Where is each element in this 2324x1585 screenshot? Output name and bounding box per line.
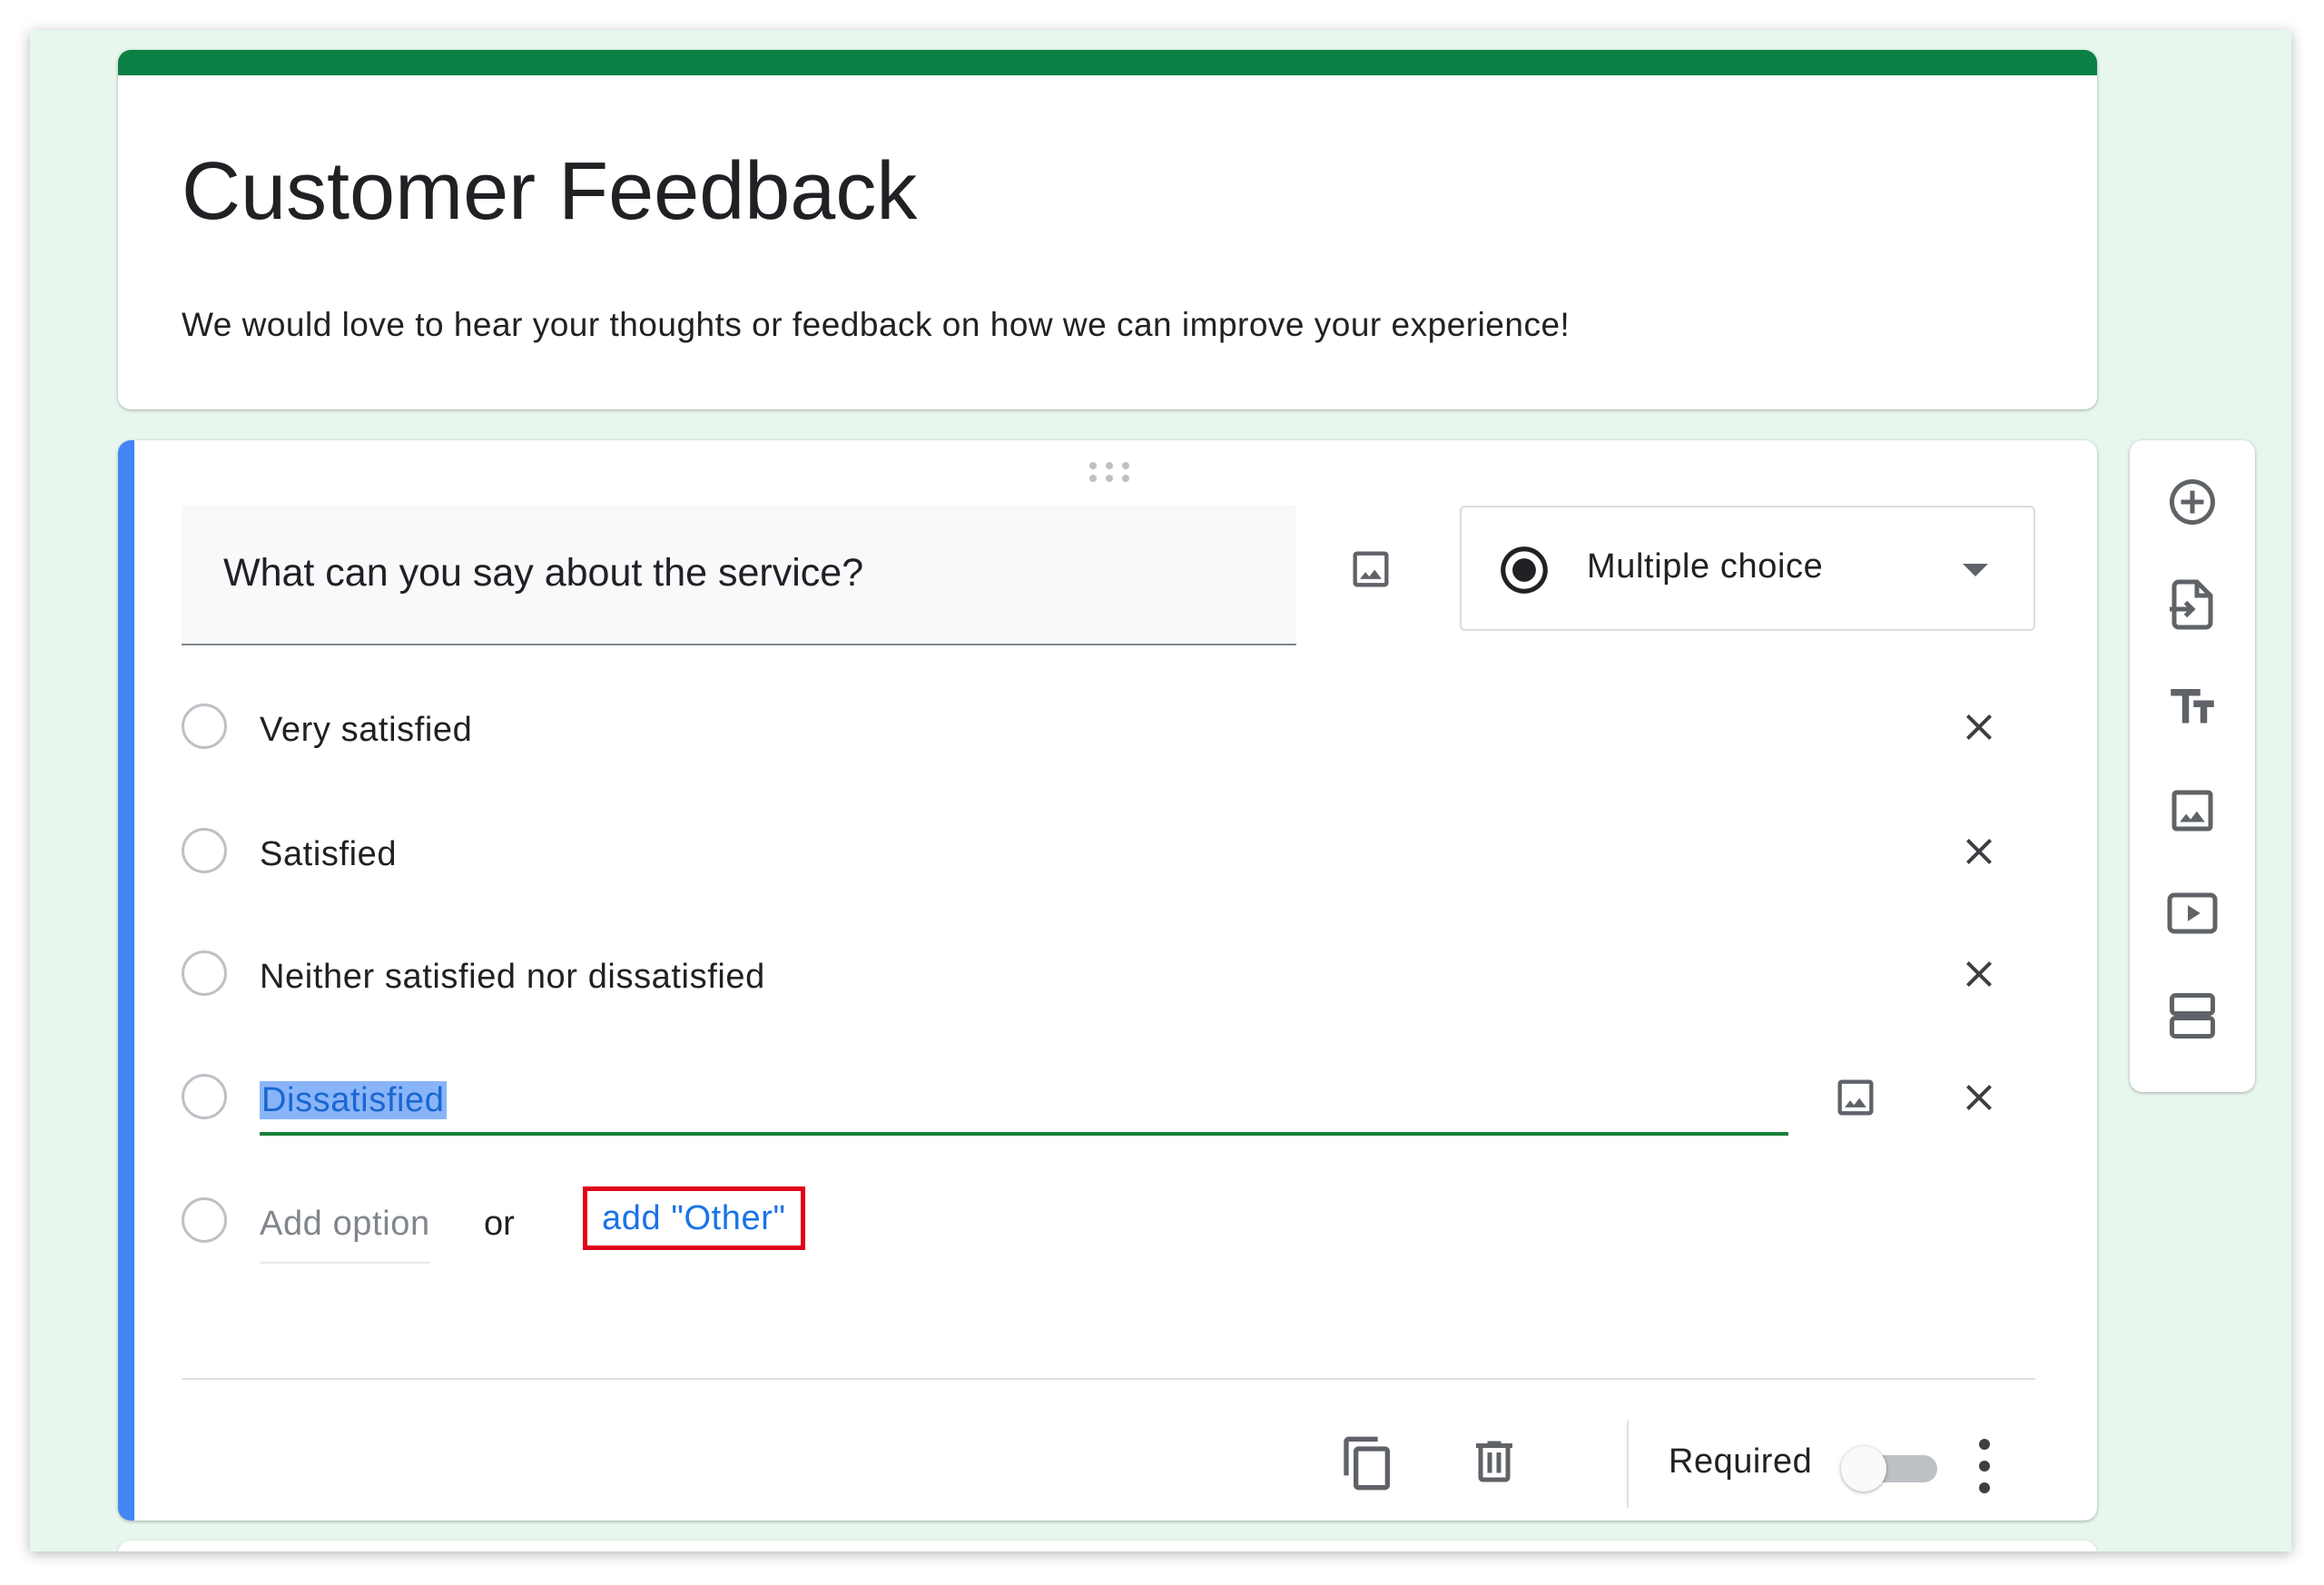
image-icon xyxy=(1353,551,1389,587)
footer-vertical-divider xyxy=(1627,1421,1629,1508)
form-title[interactable]: Customer Feedback xyxy=(182,145,917,239)
form-header-card[interactable]: Customer Feedback We would love to hear … xyxy=(118,50,2097,409)
required-toggle[interactable] xyxy=(1841,1446,1941,1491)
add-other-link[interactable]: add "Other" xyxy=(583,1186,805,1250)
required-label: Required xyxy=(1669,1442,1813,1481)
selected-option-text[interactable]: Dissatisfied xyxy=(260,1081,447,1119)
option-row-editing[interactable]: Dissatisfied xyxy=(182,1061,2052,1136)
option-radio xyxy=(182,1074,227,1119)
add-video-button[interactable] xyxy=(2162,882,2223,944)
arrow-drop-down-icon xyxy=(1963,564,1988,576)
radio-checked-icon xyxy=(1501,546,1548,594)
title-text-icon xyxy=(2171,689,2214,724)
option-label[interactable]: Satisfied xyxy=(260,835,397,874)
option-radio xyxy=(182,828,227,873)
active-card-indicator xyxy=(118,440,134,1521)
floating-toolbar xyxy=(2130,440,2255,1092)
remove-option-button[interactable] xyxy=(1950,945,2008,1003)
question-type-dropdown[interactable]: Multiple choice xyxy=(1460,506,2035,631)
image-icon xyxy=(2171,790,2213,832)
add-option-row[interactable]: Add option or add "Other" xyxy=(182,1185,2052,1264)
close-icon xyxy=(1966,961,1992,987)
remove-option-button[interactable] xyxy=(1950,1068,2008,1127)
option-input[interactable]: Dissatisfied xyxy=(260,1081,447,1120)
option-row[interactable]: Neither satisfied nor dissatisfied xyxy=(182,938,2052,1010)
option-label[interactable]: Very satisfied xyxy=(260,711,472,750)
add-section-button[interactable] xyxy=(2162,985,2223,1047)
question-title-text: What can you say about the service? xyxy=(223,551,864,595)
option-row[interactable]: Satisfied xyxy=(182,815,2052,888)
app-frame: Customer Feedback We would love to hear … xyxy=(30,30,2291,1551)
delete-button[interactable] xyxy=(1465,1430,1523,1493)
header-color-bar xyxy=(118,50,2097,75)
image-icon xyxy=(1837,1079,1874,1116)
close-icon xyxy=(1966,714,1992,740)
question-type-label: Multiple choice xyxy=(1587,547,1824,586)
option-radio xyxy=(182,1197,227,1243)
content-copy-icon xyxy=(1344,1436,1390,1491)
trash-icon xyxy=(1476,1441,1512,1482)
add-option-input[interactable]: Add option xyxy=(260,1205,430,1264)
remove-option-button[interactable] xyxy=(1950,822,2008,881)
add-image-button[interactable] xyxy=(1342,540,1400,598)
toggle-thumb xyxy=(1841,1446,1886,1491)
form-description[interactable]: We would love to hear your thoughts or f… xyxy=(182,306,1570,344)
more-options-button[interactable] xyxy=(1966,1432,2003,1501)
close-icon xyxy=(1966,839,1992,864)
next-card-edge xyxy=(118,1541,2097,1551)
add-question-button[interactable] xyxy=(2162,471,2223,533)
option-radio xyxy=(182,704,227,749)
or-label: or xyxy=(484,1205,515,1243)
option-label[interactable]: Neither satisfied nor dissatisfied xyxy=(260,958,765,997)
remove-option-button[interactable] xyxy=(1950,698,2008,756)
video-icon xyxy=(2167,892,2218,934)
add-title-button[interactable] xyxy=(2162,676,2223,738)
question-title-field[interactable]: What can you say about the service? xyxy=(182,506,1296,645)
import-questions-button[interactable] xyxy=(2162,574,2223,635)
add-image-tool-button[interactable] xyxy=(2162,780,2223,842)
import-questions-icon xyxy=(2170,579,2213,630)
option-input-underline xyxy=(260,1132,1788,1136)
option-row[interactable]: Very satisfied xyxy=(182,691,2052,763)
option-radio xyxy=(182,950,227,996)
footer-divider xyxy=(182,1378,2035,1380)
section-icon xyxy=(2170,993,2215,1039)
more-vert-icon xyxy=(1979,1439,1990,1493)
add-question-icon xyxy=(2170,479,2215,525)
drag-handle-icon[interactable] xyxy=(1088,460,1131,484)
add-option-image-button[interactable] xyxy=(1827,1068,1885,1127)
duplicate-button[interactable] xyxy=(1336,1430,1400,1497)
close-icon xyxy=(1966,1085,1992,1110)
question-card[interactable]: What can you say about the service? Mult… xyxy=(118,440,2097,1521)
